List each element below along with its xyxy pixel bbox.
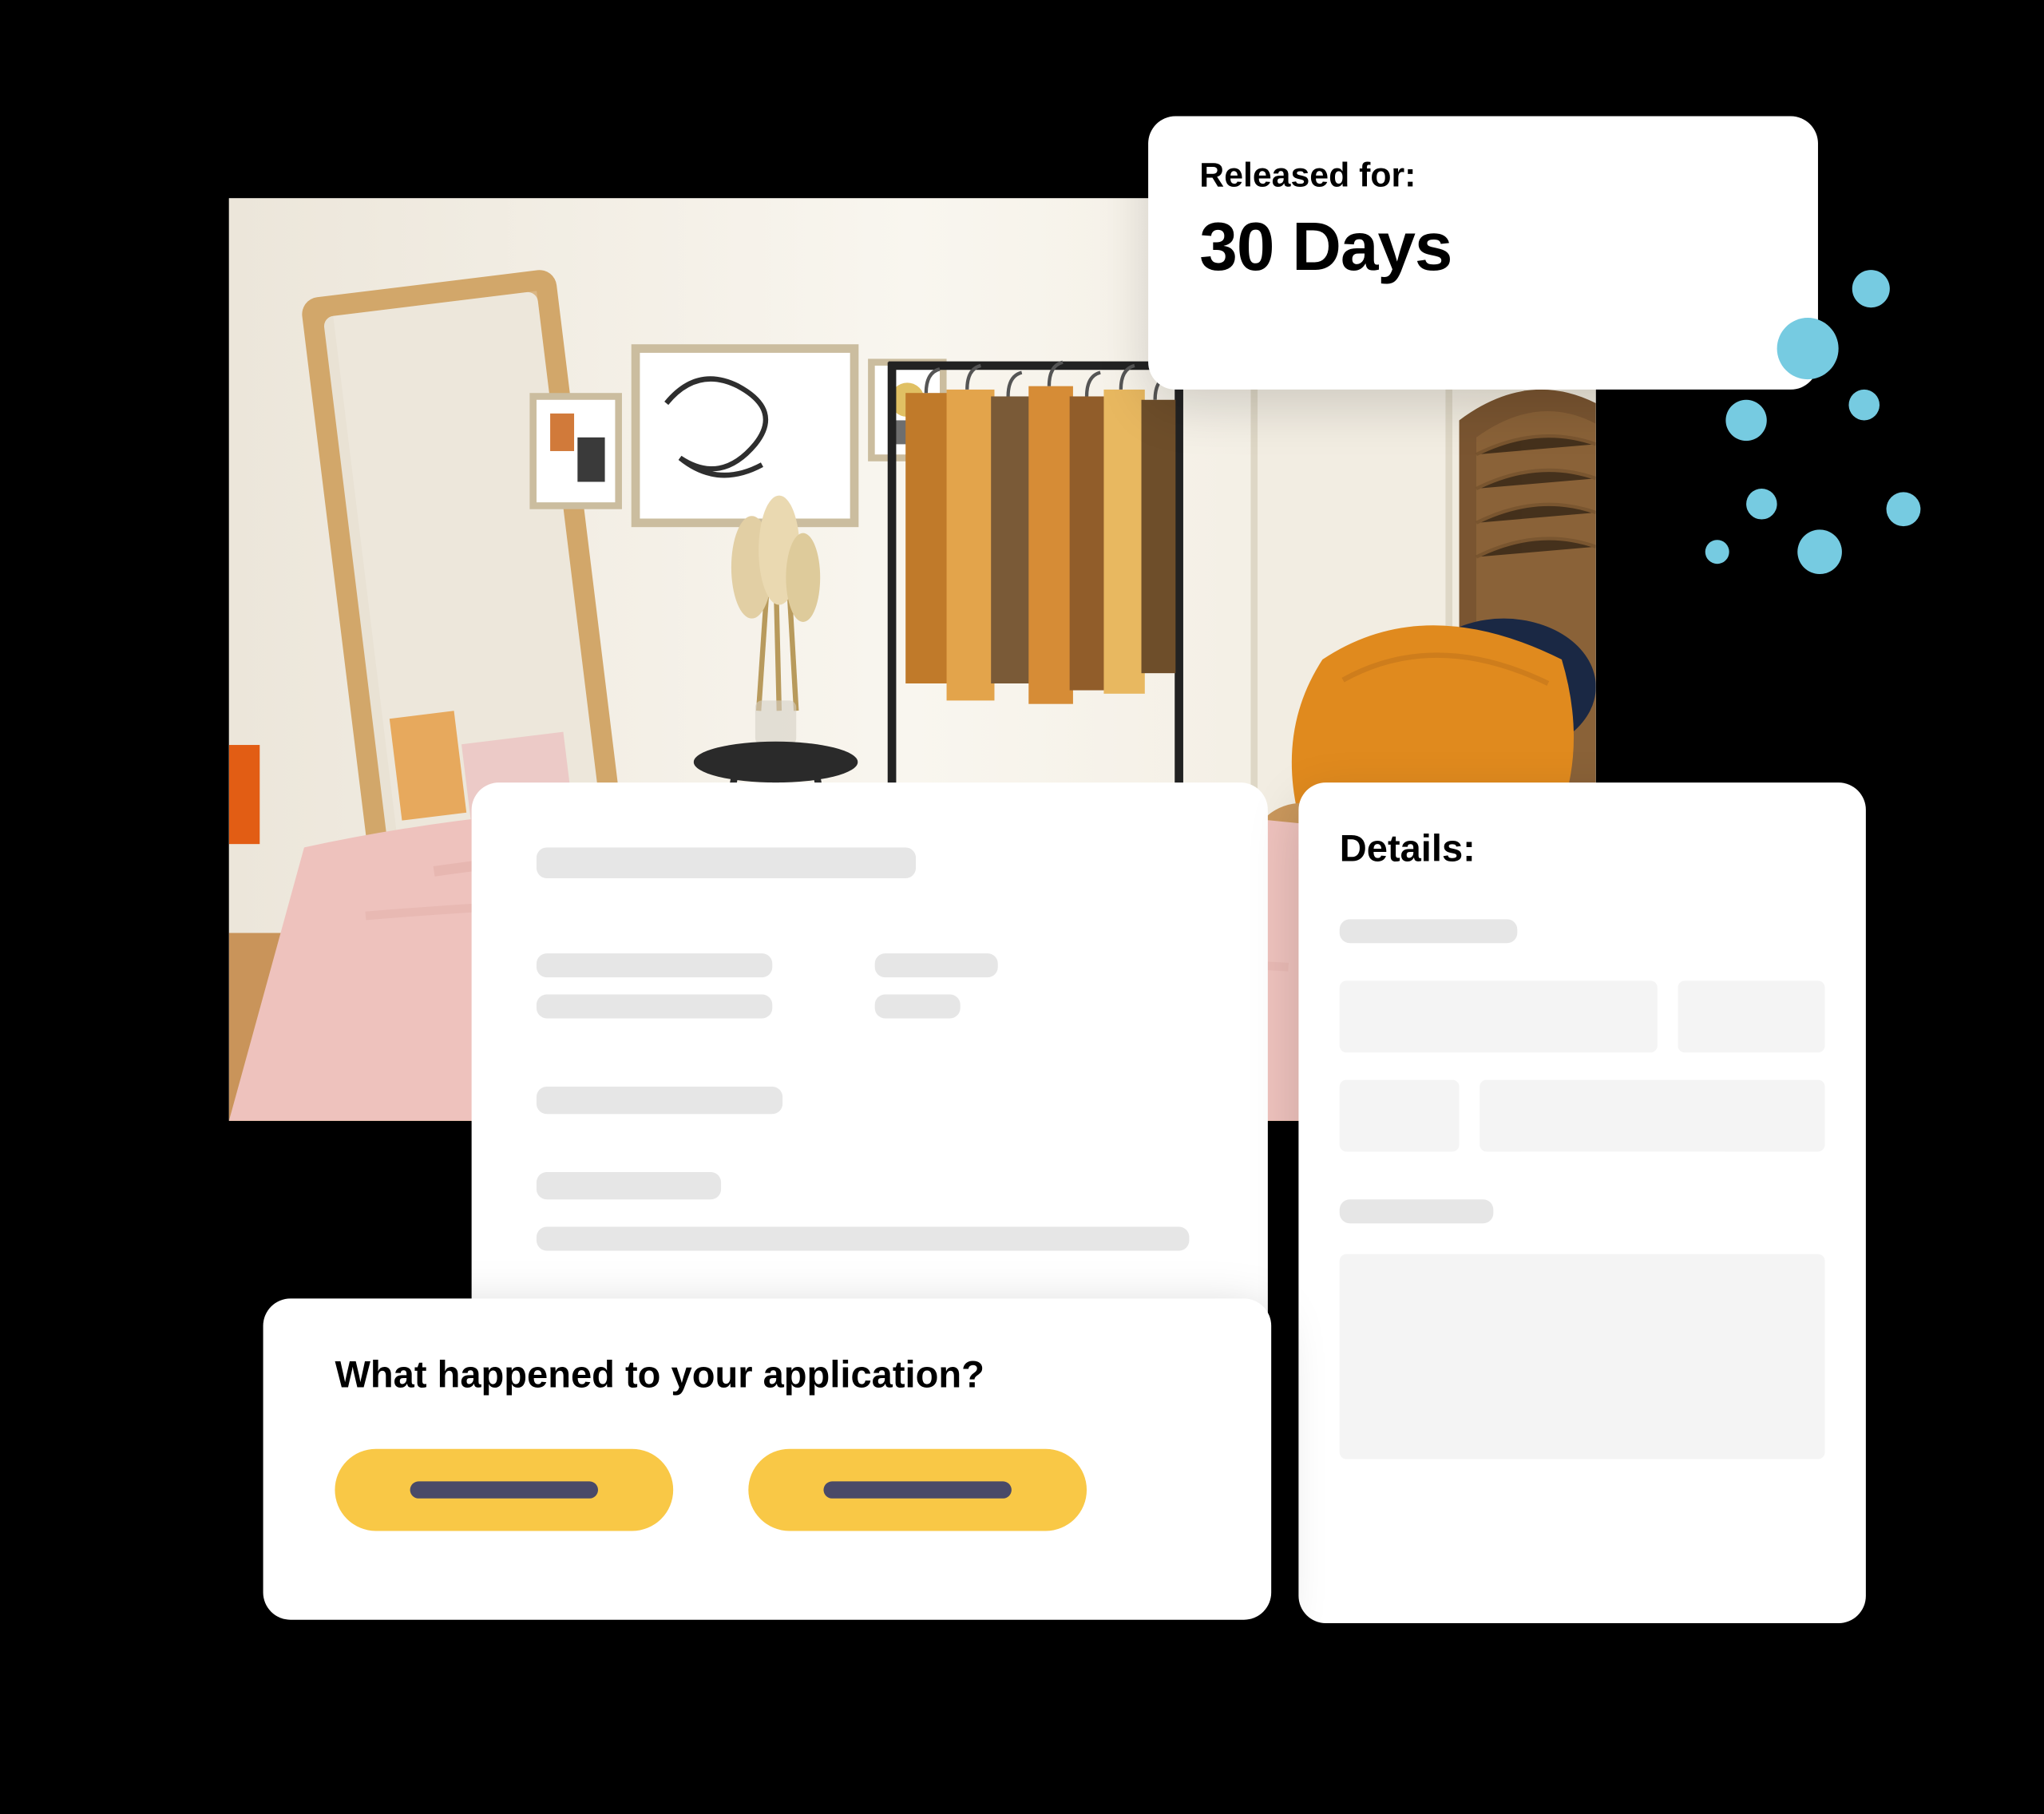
skeleton-line xyxy=(1340,919,1518,943)
skeleton-line xyxy=(537,847,916,878)
skeleton-line xyxy=(823,1481,1011,1498)
option-button-1[interactable] xyxy=(335,1449,673,1531)
decor-bubble xyxy=(1746,489,1777,520)
decor-bubble xyxy=(1725,400,1766,441)
composition-canvas: Released for: 30 Days Details: xyxy=(0,0,2042,1813)
question-button-row xyxy=(335,1449,1199,1531)
question-title: What happened to your application? xyxy=(335,1353,1199,1398)
skeleton-line xyxy=(537,1087,782,1114)
decor-bubble xyxy=(1848,390,1880,421)
detail-textarea[interactable] xyxy=(1340,1254,1825,1460)
skeleton-line xyxy=(537,953,772,977)
skeleton-line xyxy=(875,953,998,977)
decor-bubble xyxy=(1777,318,1839,379)
released-label: Released for: xyxy=(1199,157,1766,196)
option-button-2[interactable] xyxy=(748,1449,1087,1531)
skeleton-line xyxy=(1340,1199,1494,1223)
decor-bubble xyxy=(1887,492,1921,526)
details-card: Details: xyxy=(1298,782,1865,1623)
released-card: Released for: 30 Days xyxy=(1148,117,1818,390)
details-title: Details: xyxy=(1340,827,1825,872)
released-value: 30 Days xyxy=(1199,210,1766,287)
skeleton-line xyxy=(537,1172,721,1199)
decor-bubble xyxy=(1705,540,1729,564)
decor-bubble xyxy=(1797,529,1842,574)
skeleton-line xyxy=(410,1481,598,1498)
detail-field[interactable] xyxy=(1340,1079,1460,1151)
question-card: What happened to your application? xyxy=(263,1298,1272,1619)
detail-field[interactable] xyxy=(1480,1079,1824,1151)
skeleton-line xyxy=(537,1227,1189,1251)
decor-bubble xyxy=(1852,270,1890,307)
detail-field[interactable] xyxy=(1678,980,1824,1052)
skeleton-line xyxy=(875,994,961,1018)
detail-field[interactable] xyxy=(1340,980,1658,1052)
skeleton-line xyxy=(537,994,772,1018)
